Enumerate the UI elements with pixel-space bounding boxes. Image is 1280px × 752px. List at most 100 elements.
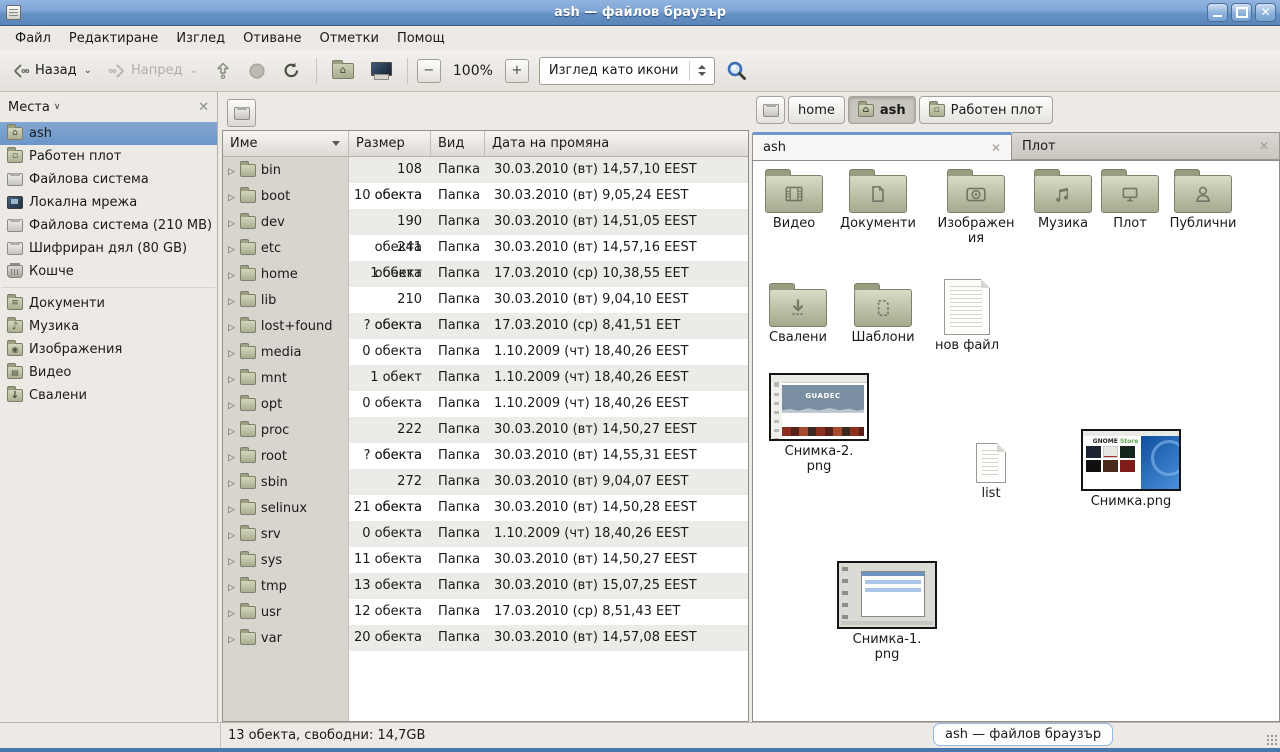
sidebar-item-ash[interactable]: ash — [0, 122, 217, 145]
menu-help[interactable]: Помощ — [388, 29, 454, 48]
path-home-button[interactable]: home — [788, 96, 845, 124]
icon-canvas[interactable]: Видео Документи Изображения Музика Плот — [752, 160, 1280, 722]
sidebar-item-filesystem-210mb[interactable]: Файлова система (210 MB) — [0, 214, 217, 237]
path-desktop-button[interactable]: Работен плот — [919, 96, 1053, 124]
menu-bookmarks[interactable]: Отметки — [310, 29, 387, 48]
table-row[interactable]: boot 10 обекта Папка 30.03.2010 (вт) 9,0… — [223, 183, 748, 209]
menu-go[interactable]: Отиване — [234, 29, 310, 48]
home-button[interactable] — [326, 56, 360, 86]
sidebar-item-desktop[interactable]: Работен плот — [0, 145, 217, 168]
table-row[interactable]: sbin 272 обекта Папка 30.03.2010 (вт) 9,… — [223, 469, 748, 495]
view-mode-select[interactable]: Изглед като икони — [539, 57, 715, 85]
expander-icon[interactable] — [228, 579, 235, 594]
folder-item-templates[interactable]: Шаблони — [838, 281, 928, 345]
menu-view[interactable]: Изглед — [167, 29, 234, 48]
expander-icon[interactable] — [228, 189, 235, 204]
folder-item-downloads[interactable]: Свалени — [753, 281, 843, 345]
expander-icon[interactable] — [228, 293, 235, 308]
column-header-type[interactable]: Вид — [431, 131, 485, 157]
zoom-out-button[interactable]: − — [417, 59, 441, 83]
tab-close-icon[interactable]: ✕ — [1259, 139, 1269, 153]
table-row[interactable]: lib 210 обекта Папка 30.03.2010 (вт) 9,0… — [223, 287, 748, 313]
file-item-snimka-2[interactable]: GUADEC Снимка-2.png — [767, 373, 871, 474]
menu-edit[interactable]: Редактиране — [60, 29, 167, 48]
table-row[interactable]: var 20 обекта Папка 30.03.2010 (вт) 14,5… — [223, 625, 748, 651]
expander-icon[interactable] — [228, 163, 235, 178]
sidebar-item-encrypted-80gb[interactable]: Шифриран дял (80 GB) — [0, 237, 217, 260]
table-row[interactable]: bin 108 обекта Папка 30.03.2010 (вт) 14,… — [223, 157, 748, 183]
expander-icon[interactable] — [228, 475, 235, 490]
titlebar[interactable]: ash — файлов браузър — [0, 0, 1280, 26]
expander-icon[interactable] — [228, 527, 235, 542]
expander-icon[interactable] — [228, 605, 235, 620]
file-item-snimka[interactable]: GNOME Store Снимка.png — [1079, 429, 1183, 509]
expander-icon[interactable] — [228, 397, 235, 412]
tab-plot[interactable]: Плот✕ — [1012, 132, 1280, 160]
sidebar-item-filesystem[interactable]: Файлова система — [0, 168, 217, 191]
file-item-new-file[interactable]: нов файл — [922, 279, 1012, 353]
file-item-snimka-1[interactable]: Снимка-1.png — [835, 561, 939, 662]
folder-item-documents[interactable]: Документи — [833, 167, 923, 231]
minimize-button[interactable] — [1207, 3, 1228, 22]
reload-button[interactable] — [276, 56, 307, 86]
folder-item-video[interactable]: Видео — [749, 167, 839, 231]
table-row[interactable]: etc 241 обекта Папка 30.03.2010 (вт) 14,… — [223, 235, 748, 261]
sidebar-item-music[interactable]: Музика — [0, 315, 217, 338]
expander-icon[interactable] — [228, 345, 235, 360]
tab-close-icon[interactable]: ✕ — [991, 141, 1001, 155]
stop-button[interactable] — [242, 56, 272, 86]
close-button[interactable] — [1255, 3, 1276, 22]
menu-file[interactable]: Файл — [6, 29, 60, 48]
expander-icon[interactable] — [228, 267, 235, 282]
table-row[interactable]: lost+found ? обекта Папка 17.03.2010 (ср… — [223, 313, 748, 339]
zoom-in-button[interactable]: + — [505, 59, 529, 83]
table-row[interactable]: dev 190 обекта Папка 30.03.2010 (вт) 14,… — [223, 209, 748, 235]
sidebar-item-pictures[interactable]: Изображения — [0, 338, 217, 361]
search-button[interactable] — [719, 56, 755, 86]
expander-icon[interactable] — [228, 319, 235, 334]
column-header-date[interactable]: Дата на промяна — [485, 131, 748, 157]
sidebar-close-icon[interactable]: ✕ — [198, 100, 209, 115]
table-row[interactable]: opt 0 обекта Папка 1.10.2009 (чт) 18,40,… — [223, 391, 748, 417]
maximize-button[interactable] — [1231, 3, 1252, 22]
computer-button[interactable] — [364, 56, 398, 86]
tab-ash[interactable]: ash✕ — [752, 132, 1012, 160]
table-row[interactable]: proc 222 обекта Папка 30.03.2010 (вт) 14… — [223, 417, 748, 443]
table-row[interactable]: srv 0 обекта Папка 1.10.2009 (чт) 18,40,… — [223, 521, 748, 547]
path-root-button[interactable] — [756, 96, 785, 124]
table-row[interactable]: selinux 21 обекта Папка 30.03.2010 (вт) … — [223, 495, 748, 521]
back-dropdown-icon[interactable]: ⌄ — [84, 65, 92, 76]
column-header-size[interactable]: Размер — [349, 131, 431, 157]
expander-icon[interactable] — [228, 501, 235, 516]
table-row[interactable]: media 0 обекта Папка 1.10.2009 (чт) 18,4… — [223, 339, 748, 365]
sidebar-item-downloads[interactable]: Свалени — [0, 384, 217, 407]
sidebar-chevron-icon[interactable]: ∨ — [54, 102, 61, 112]
resize-grip[interactable] — [1266, 734, 1278, 746]
column-header-name[interactable]: Име — [223, 131, 349, 157]
expander-icon[interactable] — [228, 423, 235, 438]
sidebar-item-trash[interactable]: Кошче — [0, 260, 217, 283]
expander-icon[interactable] — [228, 215, 235, 230]
table-row[interactable]: usr 12 обекта Папка 17.03.2010 (ср) 8,51… — [223, 599, 748, 625]
forward-dropdown-icon[interactable]: ⌄ — [189, 65, 197, 76]
folder-item-pictures[interactable]: Изображения — [931, 167, 1021, 246]
path-ash-button[interactable]: ash — [848, 96, 916, 124]
table-row[interactable]: root ? обекта Папка 30.03.2010 (вт) 14,5… — [223, 443, 748, 469]
sidebar-item-video[interactable]: Видео — [0, 361, 217, 384]
expander-icon[interactable] — [228, 241, 235, 256]
expander-icon[interactable] — [228, 631, 235, 646]
sidebar-item-documents[interactable]: Документи — [0, 292, 217, 315]
table-row[interactable]: home 1 обект Папка 17.03.2010 (ср) 10,38… — [223, 261, 748, 287]
back-button[interactable]: Назад ⌄ — [6, 56, 98, 86]
table-row[interactable]: sys 11 обекта Папка 30.03.2010 (вт) 14,5… — [223, 547, 748, 573]
table-row[interactable]: mnt 1 обект Папка 1.10.2009 (чт) 18,40,2… — [223, 365, 748, 391]
expander-icon[interactable] — [228, 449, 235, 464]
expander-icon[interactable] — [228, 553, 235, 568]
folder-item-public[interactable]: Публични — [1158, 167, 1248, 231]
up-button[interactable] — [208, 56, 238, 86]
root-filesystem-button[interactable] — [227, 99, 256, 127]
sidebar-item-network[interactable]: Локална мрежа — [0, 191, 217, 214]
file-item-list[interactable]: list — [951, 443, 1031, 501]
sidebar-title[interactable]: Места — [8, 100, 50, 115]
table-row[interactable]: tmp 13 обекта Папка 30.03.2010 (вт) 15,0… — [223, 573, 748, 599]
